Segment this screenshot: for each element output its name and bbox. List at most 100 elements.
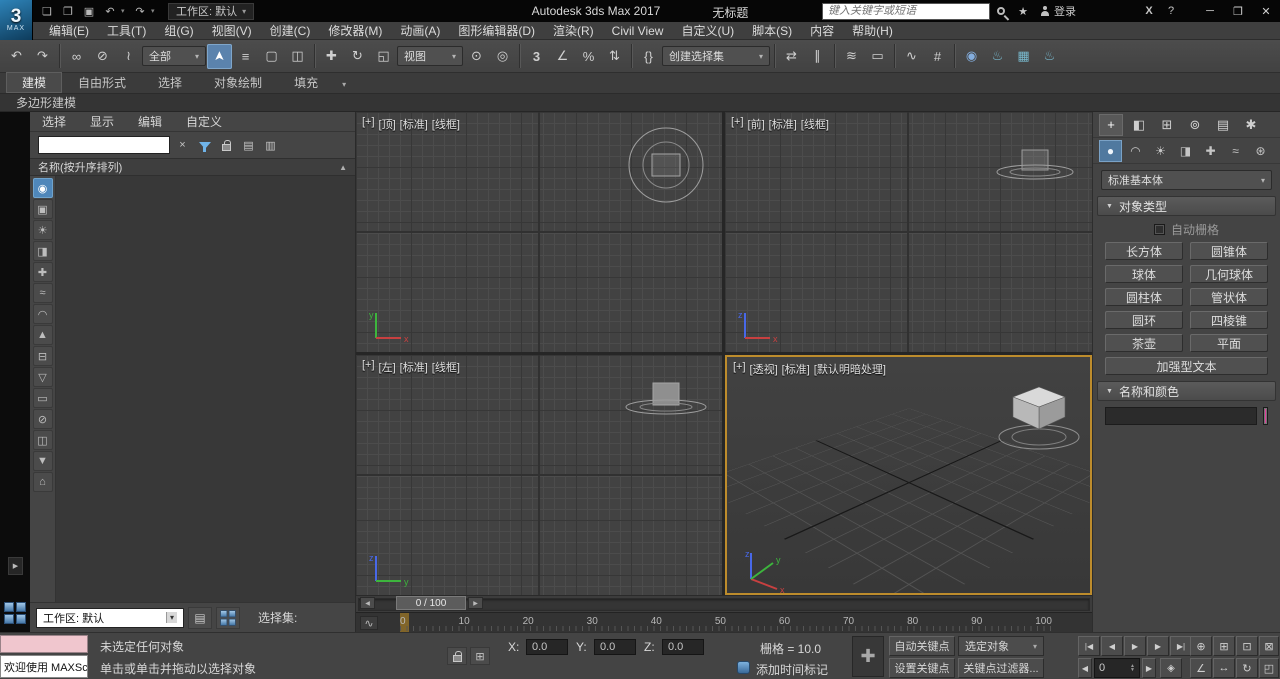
choose-columns-icon[interactable]: ▤ [239, 136, 258, 155]
set-key-button[interactable]: 设置关键点 [889, 658, 955, 678]
next-frame-button[interactable]: ▶ [1147, 636, 1169, 656]
open-file-icon[interactable]: ❐ [58, 2, 78, 20]
zoom-all-icon[interactable]: ⊞ [1213, 636, 1235, 656]
track-bar[interactable]: ∿ 0 10 20 30 40 50 60 70 80 90 100 [356, 612, 1092, 632]
pin-explorer-icon[interactable]: ⌂ [33, 472, 53, 492]
help-search-input[interactable] [822, 3, 990, 20]
spinner-snap-icon[interactable]: ⇅ [602, 44, 627, 69]
favorites-star-icon[interactable]: ★ [1012, 2, 1034, 20]
selection-filter-dropdown[interactable]: 全部 [142, 46, 206, 66]
viewport-style-button[interactable]: [标准] [400, 116, 428, 132]
x-coordinate-field[interactable]: 0.0 [526, 639, 568, 655]
pyramid-button[interactable]: 四棱锥 [1190, 311, 1268, 329]
viewport-shading-button[interactable]: [线框] [432, 116, 460, 132]
viewport-front[interactable]: [+] [前] [标准] [线框] z [725, 112, 1092, 352]
display-tab-icon[interactable]: ▤ [1211, 114, 1235, 136]
absolute-offset-mode-icon[interactable]: ⊞ [470, 647, 490, 665]
viewport-view-button[interactable]: [左] [379, 359, 396, 375]
reference-coordinate-dropdown[interactable]: 视图 [397, 46, 463, 66]
shapes-category-icon[interactable]: ◠ [1124, 140, 1147, 162]
ribbon-tab-selection[interactable]: 选择 [142, 72, 198, 93]
current-frame-field[interactable]: 0 ▲▼ [1094, 658, 1140, 678]
geosphere-button[interactable]: 几何球体 [1190, 265, 1268, 283]
menu-content[interactable]: 内容 [801, 22, 843, 40]
viewport-menu-button[interactable]: [+] [733, 361, 746, 377]
viewport-left[interactable]: [+] [左] [标准] [线框] z [356, 355, 722, 595]
workspace-layers-icon[interactable]: ▤ [188, 607, 212, 629]
geometry-category-icon[interactable]: ● [1099, 140, 1122, 162]
viewport-top[interactable]: [+] [顶] [标准] [线框] y [356, 112, 722, 352]
viewport-style-button[interactable]: [标准] [782, 361, 810, 377]
close-button[interactable]: ✕ [1252, 1, 1280, 22]
selection-lock-icon[interactable] [447, 647, 467, 665]
display-lights-icon[interactable]: ☀ [33, 220, 53, 240]
menu-animation[interactable]: 动画(A) [391, 22, 449, 40]
viewport-shading-button[interactable]: [线框] [801, 116, 829, 132]
textplus-button[interactable]: 加强型文本 [1105, 357, 1268, 375]
explorer-menu-edit[interactable]: 编辑 [126, 113, 174, 130]
viewport-perspective-active[interactable]: [+] [透视] [标准] [默认明暗处理] [725, 355, 1092, 595]
sign-in-button[interactable]: 登录 [1034, 3, 1082, 19]
rendered-frame-window-icon[interactable]: ▦ [1011, 44, 1036, 69]
go-to-end-button[interactable]: ▶| [1170, 636, 1192, 656]
percent-snap-icon[interactable]: % [576, 44, 601, 69]
cameras-category-icon[interactable]: ◨ [1174, 140, 1197, 162]
previous-frame-button[interactable]: ◀ [1101, 636, 1123, 656]
viewport-shading-button[interactable]: [默认明暗处理] [814, 361, 886, 377]
display-xrefs-icon[interactable]: ⊘ [33, 409, 53, 429]
help-icon[interactable]: ? [1160, 2, 1182, 20]
sphere-button[interactable]: 球体 [1105, 265, 1183, 283]
menu-help[interactable]: 帮助(H) [843, 22, 902, 40]
utilities-tab-icon[interactable]: ✱ [1239, 114, 1263, 136]
menu-create[interactable]: 创建(C) [261, 22, 320, 40]
ribbon-overflow-caret[interactable]: ▾ [334, 76, 354, 93]
go-to-start-button[interactable]: |◀ [1078, 636, 1100, 656]
use-pivot-center-icon[interactable]: ⊙ [464, 44, 489, 69]
viewport-layout-tabs-icon[interactable] [2, 600, 28, 626]
display-cameras-icon[interactable]: ◨ [33, 241, 53, 261]
edit-named-sets-icon[interactable]: {} [636, 44, 661, 69]
explorer-search-input[interactable] [38, 136, 170, 154]
redo-flyout-caret[interactable]: ▾ [151, 7, 159, 15]
modify-tab-icon[interactable]: ◧ [1127, 114, 1151, 136]
display-frozen-icon[interactable]: ▽ [33, 367, 53, 387]
y-coordinate-field[interactable]: 0.0 [594, 639, 636, 655]
viewport-view-button[interactable]: [透视] [750, 361, 778, 377]
expand-panel-button[interactable]: ▶ [8, 557, 23, 575]
display-spacewarps-icon[interactable]: ≈ [33, 283, 53, 303]
zoom-extents-icon[interactable]: ⊡ [1236, 636, 1258, 656]
display-hidden-icon[interactable]: ▭ [33, 388, 53, 408]
cylinder-button[interactable]: 圆柱体 [1105, 288, 1183, 306]
selection-region-icon[interactable]: ▢ [259, 44, 284, 69]
new-scene-icon[interactable]: ❏ [37, 2, 57, 20]
hierarchy-tab-icon[interactable]: ⊞ [1155, 114, 1179, 136]
geometry-type-dropdown[interactable]: 标准基本体 [1101, 170, 1272, 190]
ribbon-tab-modeling[interactable]: 建模 [6, 72, 62, 93]
key-filters-button[interactable]: 关键点过滤器... [958, 658, 1044, 678]
menu-group[interactable]: 组(G) [155, 22, 202, 40]
layer-manager-icon[interactable]: ≋ [839, 44, 864, 69]
display-shapes-icon[interactable]: ◠ [33, 304, 53, 324]
menu-tools[interactable]: 工具(T) [98, 22, 155, 40]
display-materials-icon[interactable]: ◫ [33, 430, 53, 450]
lights-category-icon[interactable]: ☀ [1149, 140, 1172, 162]
spacewarps-category-icon[interactable]: ≈ [1224, 140, 1247, 162]
torus-button[interactable]: 圆环 [1105, 311, 1183, 329]
select-and-link-icon[interactable]: ∞ [64, 44, 89, 69]
bind-to-space-warp-icon[interactable]: ≀ [116, 44, 141, 69]
render-setup-icon[interactable]: ♨ [985, 44, 1010, 69]
mini-curve-editor-icon[interactable]: ∿ [360, 616, 378, 630]
undo-icon[interactable]: ↶ [4, 44, 29, 69]
field-of-view-icon[interactable]: ∠ [1190, 658, 1212, 678]
filter-selected-icon[interactable]: ▼ [33, 451, 53, 471]
clear-search-icon[interactable]: × [173, 136, 192, 155]
viewport-view-button[interactable]: [前] [748, 116, 765, 132]
play-button[interactable]: ▶ [1124, 636, 1146, 656]
plane-button[interactable]: 平面 [1190, 334, 1268, 352]
object-name-input[interactable] [1105, 407, 1257, 425]
3dsmax-logo[interactable]: 3 MAX [0, 0, 33, 40]
select-by-name-icon[interactable]: ≡ [233, 44, 258, 69]
minimize-button[interactable]: ─ [1196, 1, 1224, 22]
ribbon-toggle-icon[interactable]: ▭ [865, 44, 890, 69]
set-keys-button[interactable]: ✚ [852, 636, 884, 677]
